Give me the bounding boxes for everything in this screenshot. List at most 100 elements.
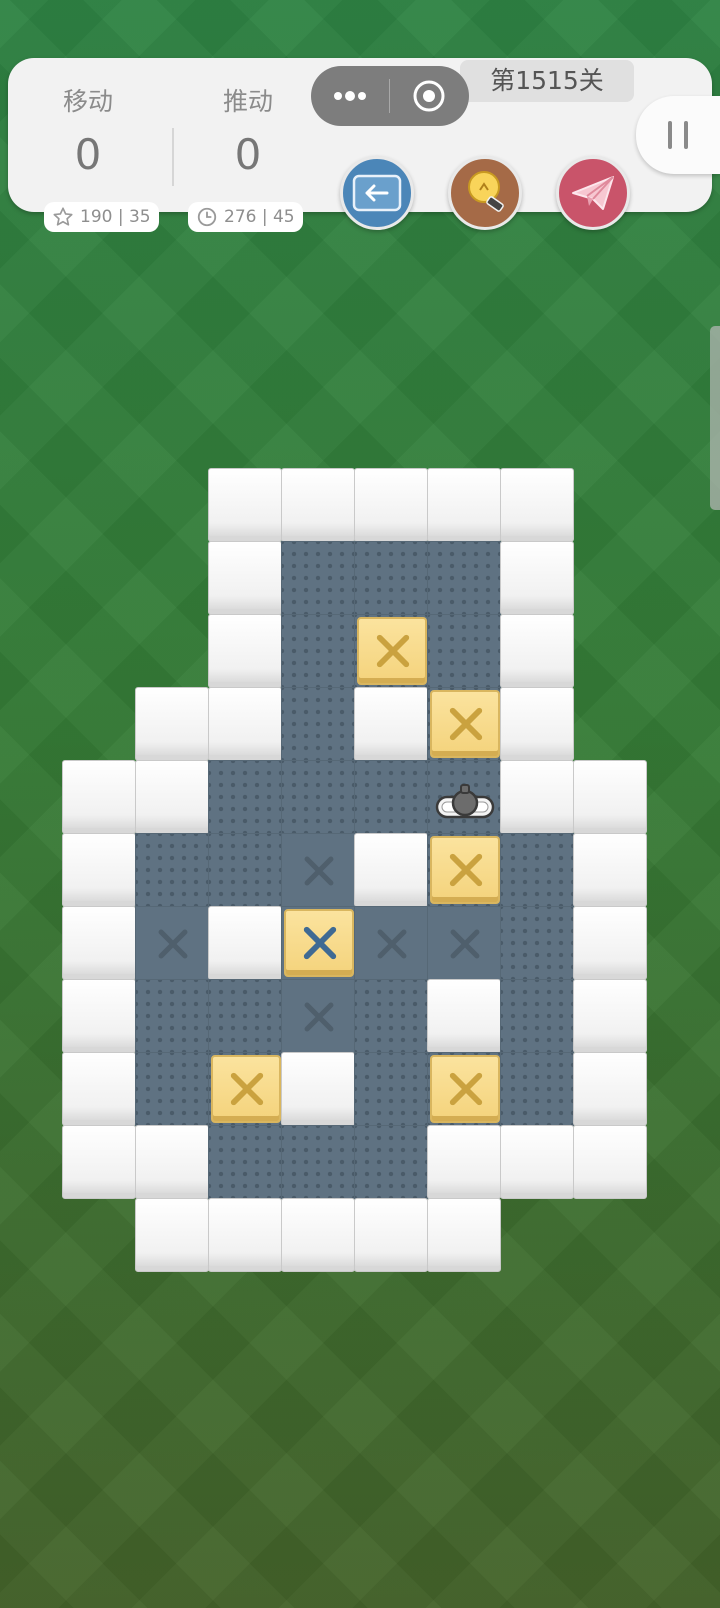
moves-count: 0 bbox=[74, 130, 102, 179]
target-tile bbox=[281, 906, 355, 980]
wall-tile bbox=[135, 1198, 209, 1272]
x-mark-icon bbox=[376, 634, 410, 668]
wall-tile bbox=[573, 1125, 647, 1199]
pause-icon-bar bbox=[684, 121, 688, 149]
wall-tile bbox=[208, 541, 282, 615]
box-on-target[interactable] bbox=[284, 909, 354, 977]
floor-tile bbox=[354, 979, 428, 1053]
wall-tile bbox=[500, 614, 574, 688]
floor-tile bbox=[427, 833, 501, 907]
time-record-text: 276 | 45 bbox=[224, 207, 295, 227]
floor-tile bbox=[281, 614, 355, 688]
wall-tile bbox=[62, 906, 136, 980]
x-mark-icon bbox=[449, 853, 483, 887]
floor-tile bbox=[354, 1052, 428, 1126]
player-pusher[interactable] bbox=[434, 781, 496, 825]
wall-tile bbox=[500, 541, 574, 615]
box[interactable] bbox=[430, 836, 500, 904]
floor-tile bbox=[208, 1125, 282, 1199]
x-mark-icon bbox=[158, 929, 188, 959]
wall-tile bbox=[281, 1052, 355, 1126]
box[interactable] bbox=[357, 617, 427, 685]
box[interactable] bbox=[430, 1055, 500, 1123]
floor-tile bbox=[208, 760, 282, 834]
sokoban-board bbox=[62, 468, 654, 1282]
x-mark-icon bbox=[303, 926, 337, 960]
floor-tile bbox=[135, 979, 209, 1053]
floor-tile bbox=[500, 833, 574, 907]
floor-tile bbox=[281, 760, 355, 834]
x-mark-icon bbox=[304, 856, 334, 886]
floor-tile bbox=[354, 760, 428, 834]
wall-tile bbox=[62, 760, 136, 834]
box[interactable] bbox=[211, 1055, 281, 1123]
wall-tile bbox=[208, 1198, 282, 1272]
floor-tile bbox=[427, 1052, 501, 1126]
floor-tile bbox=[208, 833, 282, 907]
x-mark-icon bbox=[449, 707, 483, 741]
floor-tile bbox=[427, 541, 501, 615]
target-tile bbox=[135, 906, 209, 980]
undo-button[interactable] bbox=[340, 156, 414, 230]
star-record-text: 190 | 35 bbox=[80, 207, 151, 227]
time-record: 276 | 45 bbox=[188, 202, 303, 232]
floor-tile bbox=[427, 760, 501, 834]
wall-tile bbox=[573, 1052, 647, 1126]
close-miniapp-button[interactable] bbox=[390, 66, 468, 126]
more-button[interactable] bbox=[311, 66, 389, 126]
box[interactable] bbox=[430, 690, 500, 758]
pushes-count: 0 bbox=[234, 130, 262, 179]
pause-button[interactable] bbox=[636, 96, 720, 174]
wall-tile bbox=[354, 468, 428, 542]
x-mark-icon bbox=[449, 1072, 483, 1106]
wall-tile bbox=[62, 979, 136, 1053]
pushes-label: 推动 bbox=[222, 87, 273, 116]
floor-tile bbox=[427, 687, 501, 761]
clock-icon bbox=[197, 207, 217, 227]
wall-tile bbox=[62, 1052, 136, 1126]
wall-tile bbox=[281, 468, 355, 542]
floor-tile bbox=[354, 541, 428, 615]
wall-tile bbox=[354, 833, 428, 907]
wall-tile bbox=[573, 833, 647, 907]
wall-tile bbox=[500, 468, 574, 542]
pushes-stat: 推动 0 bbox=[178, 82, 318, 179]
wall-tile bbox=[62, 1125, 136, 1199]
floor-tile bbox=[208, 1052, 282, 1126]
floor-tile bbox=[354, 1125, 428, 1199]
wall-tile bbox=[208, 687, 282, 761]
wall-tile bbox=[135, 687, 209, 761]
floor-tile bbox=[427, 614, 501, 688]
floor-tile bbox=[500, 1052, 574, 1126]
wall-tile bbox=[573, 979, 647, 1053]
floor-tile bbox=[135, 1052, 209, 1126]
wall-tile bbox=[354, 687, 428, 761]
x-mark-icon bbox=[377, 929, 407, 959]
wall-tile bbox=[500, 1125, 574, 1199]
undo-arrow-icon bbox=[352, 174, 402, 212]
target-tile bbox=[281, 833, 355, 907]
wall-tile bbox=[427, 979, 501, 1053]
wall-tile bbox=[281, 1198, 355, 1272]
wall-tile bbox=[135, 1125, 209, 1199]
lightbulb-icon bbox=[468, 171, 504, 212]
stats-divider bbox=[172, 128, 174, 186]
hint-button[interactable] bbox=[448, 156, 522, 230]
moves-stat: 移动 0 bbox=[18, 82, 158, 179]
level-badge: 第1515关 bbox=[460, 60, 634, 102]
wall-tile bbox=[427, 468, 501, 542]
share-button[interactable] bbox=[556, 156, 630, 230]
wall-tile bbox=[208, 614, 282, 688]
floor-tile bbox=[354, 614, 428, 688]
wall-tile bbox=[427, 1125, 501, 1199]
target-tile bbox=[354, 906, 428, 980]
side-scroll-handle[interactable] bbox=[710, 326, 720, 510]
miniapp-capsule bbox=[311, 66, 469, 126]
pause-icon bbox=[668, 121, 672, 149]
floor-tile bbox=[281, 541, 355, 615]
wall-tile bbox=[62, 833, 136, 907]
x-mark-icon bbox=[450, 929, 480, 959]
target-circle-icon bbox=[413, 80, 445, 112]
moves-label: 移动 bbox=[62, 87, 113, 116]
wall-tile bbox=[500, 760, 574, 834]
